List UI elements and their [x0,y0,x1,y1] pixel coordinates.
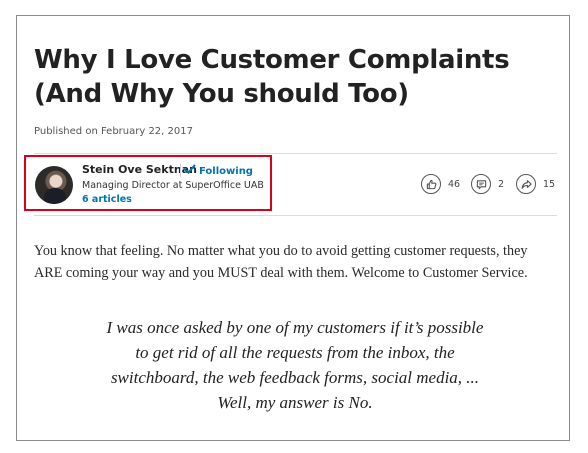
comment-button[interactable]: 2 [471,173,504,195]
divider-bottom [34,215,557,216]
published-date: Published on February 22, 2017 [34,126,193,137]
article-pull-quote: I was once asked by one of my customers … [106,318,484,412]
share-count: 15 [543,178,556,190]
author-articles-link[interactable]: 6 articles [82,194,132,205]
divider-top [34,153,557,154]
like-button[interactable]: 46 [421,173,460,195]
comment-icon [471,174,491,194]
share-arrow-icon [516,174,536,194]
checkmark-icon [183,161,196,174]
article-paragraph: You know that feeling. No matter what yo… [34,243,528,281]
article-frame: Why I Love Customer Complaints (And Why … [16,15,570,441]
thumbs-up-icon [421,174,441,194]
author-separator [180,164,181,177]
share-button[interactable]: 15 [516,173,555,195]
author-avatar[interactable] [35,166,73,204]
following-button[interactable]: Following [183,161,253,177]
article-title: Why I Love Customer Complaints (And Why … [34,45,510,109]
following-label: Following [199,166,253,177]
comment-count: 2 [498,178,505,190]
like-count: 46 [448,178,461,190]
author-role: Managing Director at SuperOffice UAB [82,180,264,191]
